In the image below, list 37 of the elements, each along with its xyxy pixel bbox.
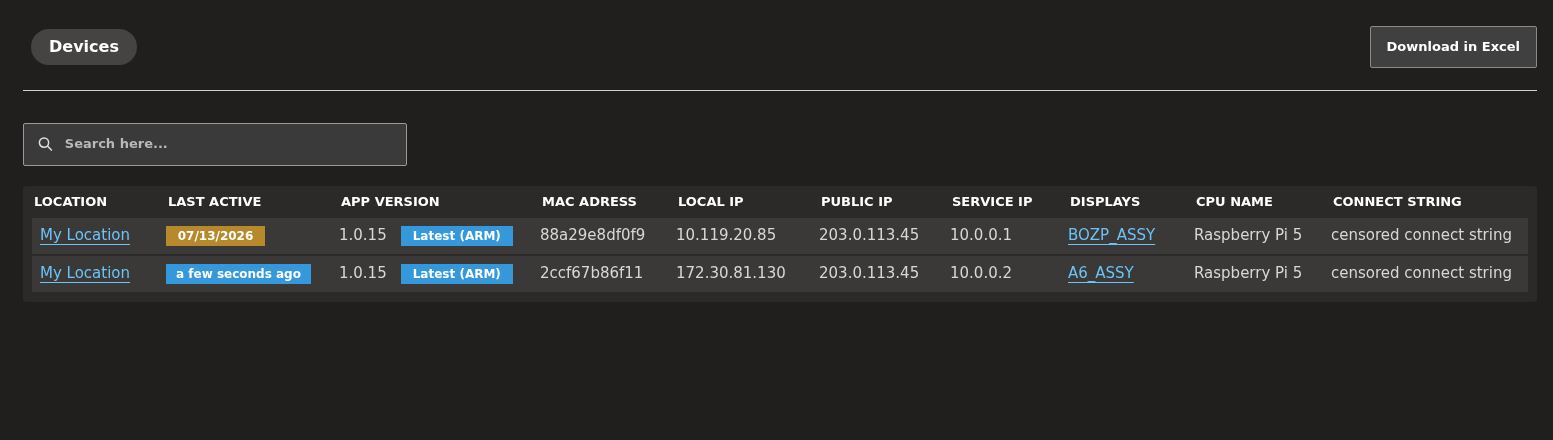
location-link[interactable]: My Location <box>40 262 131 285</box>
table-cell-text: censored connect string <box>1331 263 1512 285</box>
table-cell-text: Raspberry Pi 5 <box>1194 263 1303 285</box>
table-cell-text: censored connect string <box>1331 225 1512 247</box>
table-cell-text: 172.30.81.130 <box>676 263 786 285</box>
status-badge: a few seconds ago <box>166 263 311 284</box>
table-cell-text: 203.0.113.45 <box>819 263 920 285</box>
table-cell-text: 88a29e8df0f9 <box>540 225 646 247</box>
page-title: Devices <box>31 28 137 65</box>
table-cell-text: 1.0.15 <box>339 263 387 285</box>
display-link[interactable]: BOZP_ASSY <box>1068 224 1156 247</box>
search-input[interactable]: Search here... <box>64 134 392 154</box>
table-cell-text: 203.0.113.45 <box>819 225 920 247</box>
search-icon <box>38 136 53 152</box>
column-header: LOCATION <box>33 192 108 211</box>
table-cell-text: 10.119.20.85 <box>676 225 777 247</box>
table-cell-text: 1.0.15 <box>339 225 387 247</box>
search-field[interactable]: Search here... <box>23 122 407 166</box>
version-badge: Latest (ARM) <box>400 263 513 284</box>
table-cell-text: 10.0.0.1 <box>950 225 1013 247</box>
column-header: SERVICE IP <box>951 192 1033 211</box>
column-header: APP VERSION <box>340 192 440 211</box>
column-header: MAC ADRESS <box>541 192 637 211</box>
column-header: LOCAL IP <box>677 192 744 211</box>
column-header: CPU NAME <box>1195 192 1273 211</box>
table-cell-text: 10.0.0.2 <box>950 263 1013 285</box>
location-link[interactable]: My Location <box>40 224 131 247</box>
status-badge: 07/13/2026 <box>166 225 265 246</box>
table-cell-text: 2ccf67b86f11 <box>540 263 644 285</box>
table-cell-text: Raspberry Pi 5 <box>1194 225 1303 247</box>
download-button[interactable]: Download in Excel <box>1369 26 1537 68</box>
column-header: DISPLAYS <box>1069 192 1141 211</box>
column-header: PUBLIC IP <box>820 192 893 211</box>
display-link[interactable]: A6_ASSY <box>1068 262 1134 285</box>
column-header: CONNECT STRING <box>1332 192 1462 211</box>
column-header: LAST ACTIVE <box>167 192 262 211</box>
version-badge: Latest (ARM) <box>400 225 513 246</box>
